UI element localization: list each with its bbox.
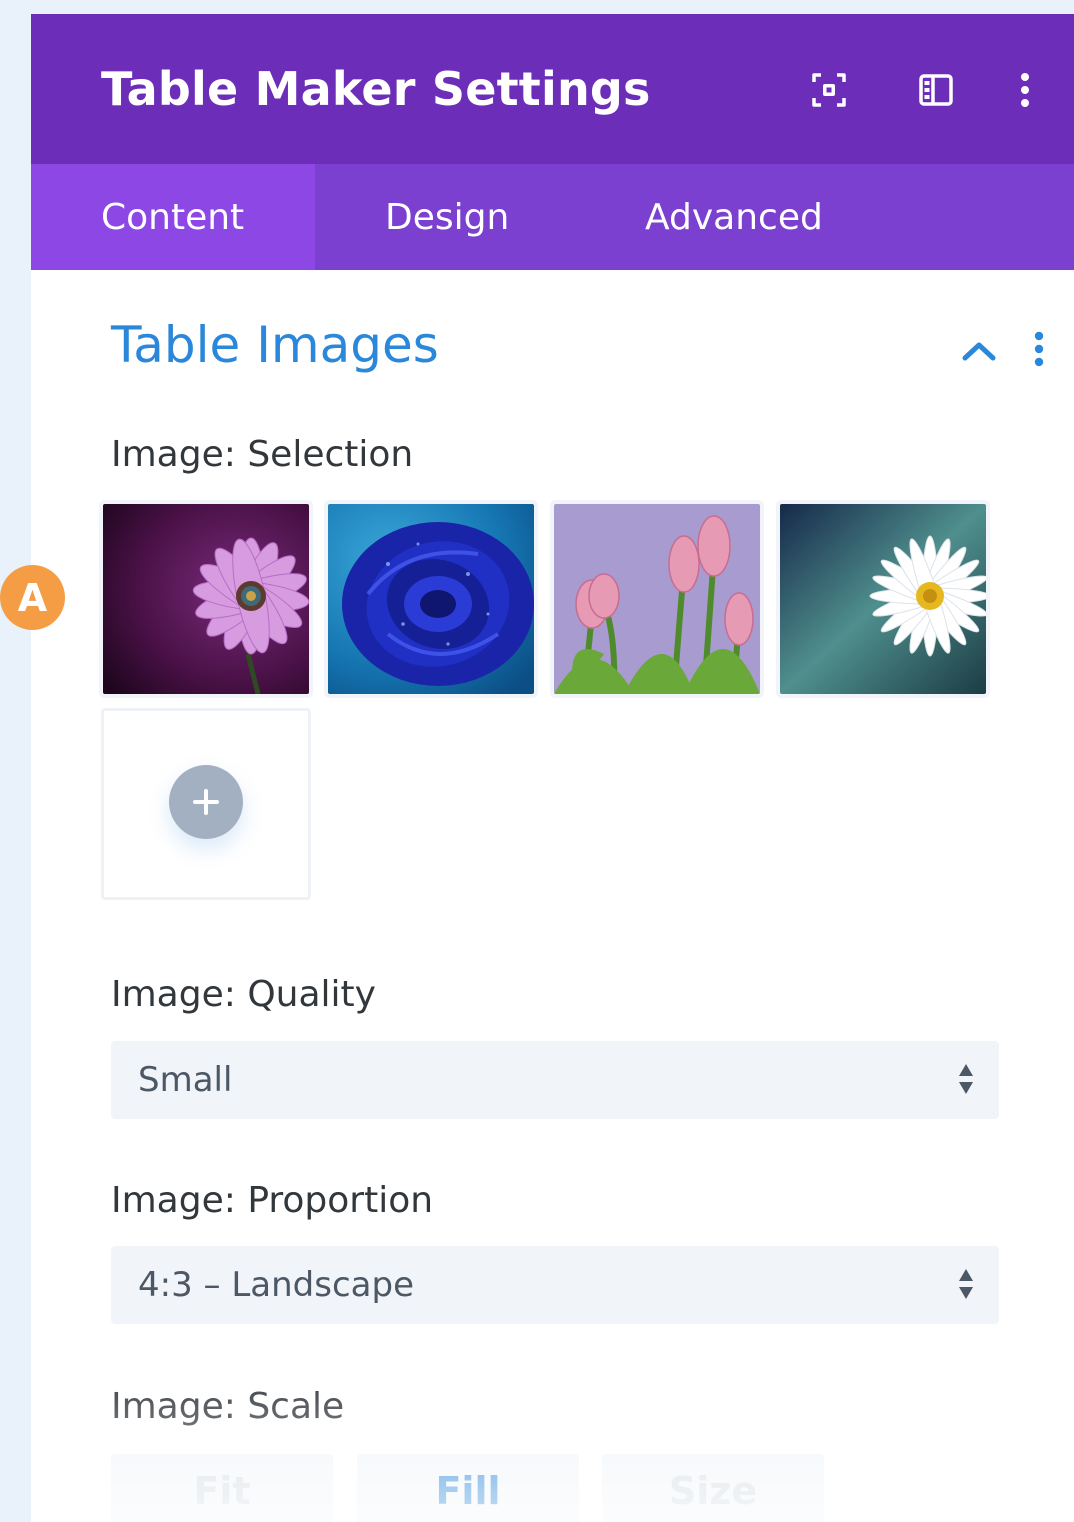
chevron-up-icon[interactable] xyxy=(959,332,999,368)
image-thumb-pink-tulips[interactable] xyxy=(554,504,760,694)
quality-select-value: Small xyxy=(138,1060,233,1100)
select-arrows-icon xyxy=(957,1061,975,1101)
scale-label: Image: Scale xyxy=(111,1386,345,1427)
image-thumb-blue-rose[interactable] xyxy=(328,504,534,694)
proportion-select[interactable]: 4:3 – Landscape xyxy=(111,1246,999,1324)
add-image-tile[interactable] xyxy=(101,708,311,900)
tab-bar: Content Design Advanced xyxy=(31,164,1074,270)
scale-option-fill[interactable]: Fill xyxy=(357,1454,579,1522)
tab-content[interactable]: Content xyxy=(31,164,315,270)
section-title[interactable]: Table Images xyxy=(111,316,439,374)
annotation-badge: A xyxy=(0,565,65,630)
section-more-icon[interactable] xyxy=(1031,330,1047,370)
proportion-label: Image: Proportion xyxy=(111,1180,434,1221)
scale-option-fit[interactable]: Fit xyxy=(111,1454,333,1522)
panel-title: Table Maker Settings xyxy=(101,62,651,116)
proportion-select-value: 4:3 – Landscape xyxy=(138,1265,414,1305)
panel-header: Table Maker Settings xyxy=(31,14,1074,164)
plus-icon xyxy=(193,789,219,815)
image-thumb-white-daisy[interactable] xyxy=(780,504,986,694)
image-thumb-purple-daisy[interactable] xyxy=(103,504,309,694)
quality-label: Image: Quality xyxy=(111,974,376,1015)
tab-design[interactable]: Design xyxy=(385,164,509,270)
tab-advanced[interactable]: Advanced xyxy=(645,164,823,270)
quality-select[interactable]: Small xyxy=(111,1041,999,1119)
settings-panel: Table Maker Settings Content Design Adva… xyxy=(31,14,1074,1522)
selection-label: Image: Selection xyxy=(111,434,414,475)
more-vertical-icon[interactable] xyxy=(1003,68,1047,112)
select-arrows-icon xyxy=(957,1266,975,1306)
focus-icon[interactable] xyxy=(807,68,851,112)
add-image-button[interactable] xyxy=(169,765,243,839)
scale-option-size[interactable]: Size xyxy=(602,1454,824,1522)
sidebar-layout-icon[interactable] xyxy=(914,68,958,112)
